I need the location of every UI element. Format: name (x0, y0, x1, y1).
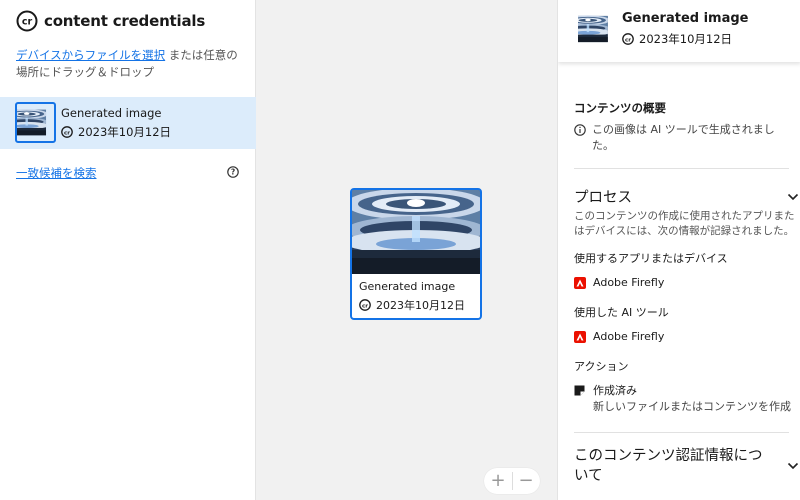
process-description: このコンテンツの作成に使用されたアプリまたはデバイスには、次の情報が記録されまし… (574, 210, 795, 237)
details-date-row: 2023年10月12日 (622, 31, 732, 47)
brand-name: content credentials (44, 12, 206, 30)
credential-icon (61, 126, 73, 138)
zoom-out-button[interactable]: − (513, 471, 540, 491)
about-credentials-heading[interactable]: このコンテンツ認証情報について (574, 446, 774, 486)
file-date-row: 2023年10月12日 (61, 124, 171, 140)
details-thumbnail (578, 10, 616, 48)
image-card[interactable]: Generated image 2023年10月12日 (350, 188, 482, 320)
card-date-row: 2023年10月12日 (359, 297, 465, 313)
zoom-in-button[interactable]: + (485, 471, 512, 491)
content-credentials-logo-icon: cr (16, 10, 38, 32)
action-description: 新しいファイルまたはコンテンツを作成 (593, 400, 791, 413)
credential-icon (622, 33, 634, 45)
details-header: Generated image 2023年10月12日 (558, 0, 800, 62)
search-matches-link[interactable]: 一致候補を検索 (16, 165, 97, 181)
adobe-icon (574, 276, 586, 289)
file-title: Generated image (61, 106, 162, 120)
summary-text: この画像は AI ツールで生成されました。 (592, 123, 775, 152)
created-icon (574, 385, 585, 396)
details-panel: Generated image 2023年10月12日 コンテンツの概要 この画… (557, 0, 800, 500)
file-thumbnail (15, 102, 56, 143)
adobe-icon (574, 330, 586, 343)
zoom-controls: + − (484, 468, 540, 494)
app-name: Adobe Firefly (593, 276, 665, 289)
image-preview (352, 190, 480, 274)
brand: cr content credentials (16, 10, 205, 32)
credential-icon (359, 299, 371, 311)
card-title: Generated image (359, 280, 456, 293)
details-title: Generated image (622, 11, 749, 26)
choose-file-link[interactable]: デバイスからファイルを選択 (16, 48, 165, 62)
summary-heading: コンテンツの概要 (574, 101, 666, 115)
svg-text:?: ? (231, 168, 235, 177)
card-date: 2023年10月12日 (376, 299, 465, 312)
svg-text:cr: cr (22, 17, 33, 28)
help-icon[interactable]: ? (227, 166, 239, 178)
left-panel: cr content credentials デバイスからファイルを選択 または… (0, 0, 256, 500)
chevron-down-icon[interactable] (787, 462, 799, 470)
info-icon (574, 124, 586, 136)
actions-label: アクション (574, 360, 629, 373)
app-row: Adobe Firefly (574, 276, 664, 289)
divider (574, 168, 789, 169)
process-heading[interactable]: プロセス (574, 186, 632, 207)
divider (574, 432, 789, 433)
file-date: 2023年10月12日 (78, 125, 172, 139)
action-row: 作成済み 新しいファイルまたはコンテンツを作成 (574, 383, 791, 415)
file-list-item[interactable]: Generated image 2023年10月12日 (0, 97, 256, 149)
details-date: 2023年10月12日 (639, 32, 733, 46)
action-title: 作成済み (593, 384, 637, 397)
ai-tool-name: Adobe Firefly (593, 330, 665, 343)
upload-instructions: デバイスからファイルを選択 または任意の場所にドラッグ＆ドロップ (16, 47, 244, 81)
apps-label: 使用するアプリまたはデバイス (574, 252, 728, 265)
ai-tool-row: Adobe Firefly (574, 330, 664, 343)
chevron-down-icon[interactable] (787, 193, 799, 201)
summary-row: この画像は AI ツールで生成されました。 (574, 122, 789, 154)
ai-tools-label: 使用した AI ツール (574, 306, 669, 319)
action-text: 作成済み 新しいファイルまたはコンテンツを作成 (593, 383, 791, 415)
